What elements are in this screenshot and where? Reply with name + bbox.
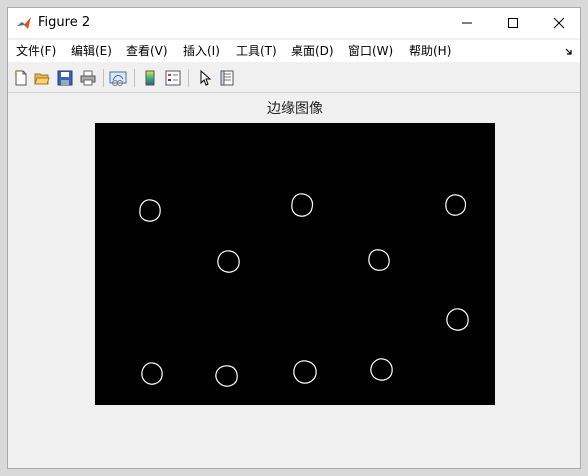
- matlab-logo-icon: [17, 17, 31, 29]
- image-axes: [95, 123, 495, 405]
- insert-legend-icon[interactable]: [164, 69, 182, 87]
- maximize-button[interactable]: [490, 8, 536, 38]
- minimize-icon: [462, 22, 472, 24]
- edge-circle: [217, 250, 240, 273]
- toolbar-separator: [188, 69, 189, 87]
- plot-title: 边缘图像: [267, 101, 323, 117]
- edge-circle: [370, 358, 393, 381]
- menu-bar: 文件(F) 编辑(E) 查看(V) 插入(I) 工具(T) 桌面(D) 窗口(W…: [8, 40, 580, 62]
- edge-circle: [291, 193, 314, 217]
- menu-file[interactable]: 文件(F): [16, 44, 56, 58]
- edge-circle: [446, 308, 469, 331]
- edge-circle: [141, 362, 163, 385]
- edge-circle: [139, 199, 161, 222]
- close-button[interactable]: [536, 8, 582, 38]
- toolbar-separator: [134, 69, 135, 87]
- edge-circle: [368, 249, 390, 271]
- property-inspector-icon[interactable]: [218, 69, 236, 87]
- edge-circle: [215, 365, 238, 387]
- edge-circle: [445, 194, 467, 216]
- minimize-button[interactable]: [444, 8, 490, 38]
- window-title: Figure 2: [38, 15, 91, 30]
- edit-plot-cursor-icon[interactable]: [196, 69, 214, 87]
- toolbar-separator: [103, 69, 104, 87]
- save-icon[interactable]: [56, 69, 74, 87]
- title-bar: Figure 2: [8, 8, 580, 38]
- maximize-icon: [508, 18, 518, 28]
- menu-window[interactable]: 窗口(W): [348, 44, 393, 58]
- print-icon[interactable]: [79, 69, 97, 87]
- close-icon: [553, 17, 565, 29]
- menu-view[interactable]: 查看(V): [126, 44, 168, 58]
- toolbar: [8, 64, 580, 93]
- link-plot-icon[interactable]: [109, 69, 127, 87]
- menu-dock-arrow-icon[interactable]: [564, 46, 574, 56]
- open-file-icon[interactable]: [33, 69, 51, 87]
- menu-insert[interactable]: 插入(I): [183, 44, 220, 58]
- new-figure-icon[interactable]: [12, 69, 30, 87]
- menu-edit[interactable]: 编辑(E): [71, 44, 112, 58]
- menu-desktop[interactable]: 桌面(D): [291, 44, 334, 58]
- menu-help[interactable]: 帮助(H): [409, 44, 451, 58]
- insert-colorbar-icon[interactable]: [141, 69, 159, 87]
- figure-window: Figure 2 文件(F) 编辑(E) 查看(V) 插入(I) 工具(T) 桌…: [7, 7, 581, 469]
- edge-circle: [293, 360, 317, 384]
- edge-image: [139, 193, 469, 387]
- menu-tools[interactable]: 工具(T): [236, 44, 277, 58]
